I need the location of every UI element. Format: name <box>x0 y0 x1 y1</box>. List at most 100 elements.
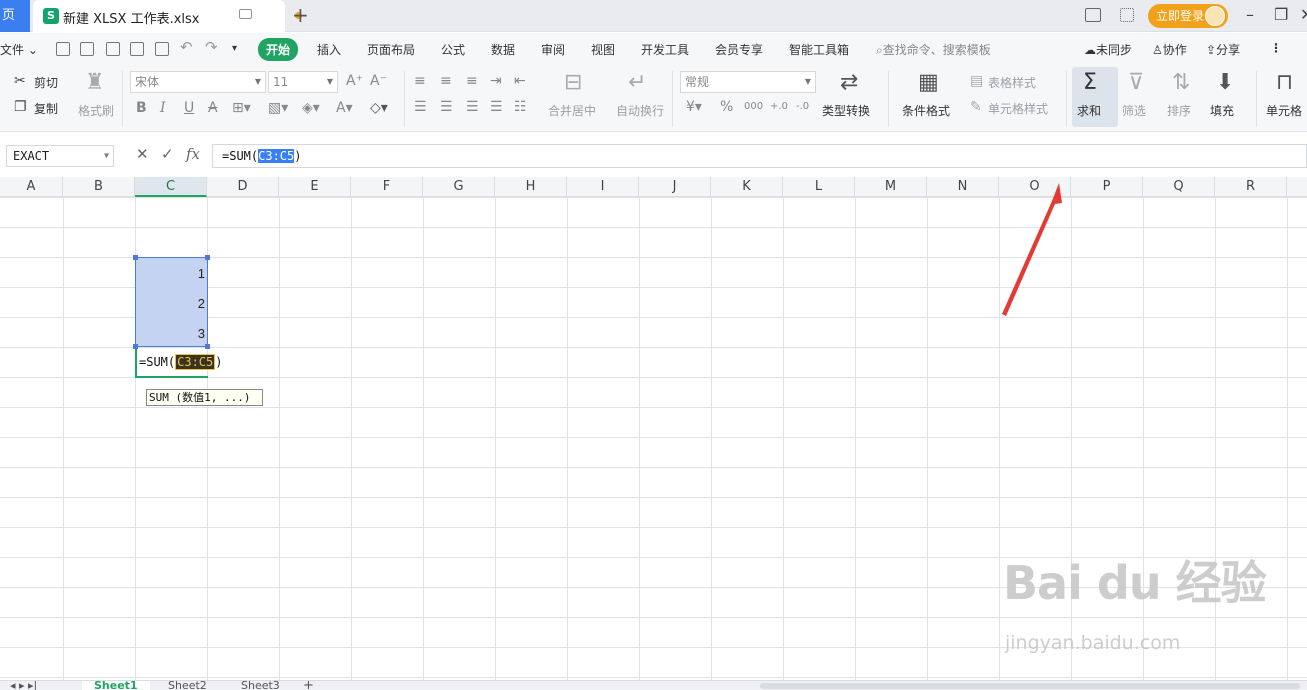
active-cell-editor[interactable]: =SUM(C3:C5) <box>135 348 222 378</box>
column-header-b[interactable]: B <box>63 177 135 197</box>
tab-formulas[interactable]: 公式 <box>441 41 465 58</box>
column-header-l[interactable]: L <box>783 177 855 197</box>
align-top-icon[interactable]: ≡ <box>414 73 426 89</box>
close-icon[interactable]: ✕ <box>1300 6 1307 24</box>
tab-review[interactable]: 审阅 <box>541 41 565 58</box>
column-header-n[interactable]: N <box>927 177 999 197</box>
save-icon[interactable] <box>80 42 94 56</box>
home-tab[interactable]: 页 <box>0 0 30 32</box>
apps-grid-icon[interactable] <box>1120 8 1134 22</box>
column-header-d[interactable]: D <box>207 177 279 197</box>
fill-color-icon[interactable]: ◈▾ <box>302 100 320 116</box>
indent-icon[interactable]: ⇥ <box>490 73 502 89</box>
column-header-j[interactable]: J <box>639 177 711 197</box>
merge-center-button[interactable]: 合并居中 <box>548 102 596 119</box>
tab-view[interactable]: 视图 <box>591 41 615 58</box>
copy-button[interactable]: 复制 <box>34 100 58 117</box>
increase-decimal-icon[interactable]: +.0 <box>770 99 788 115</box>
underline-icon[interactable]: U <box>184 100 194 116</box>
type-convert-button[interactable]: 类型转换 <box>822 102 870 119</box>
more-icon[interactable]: ⋮ <box>1270 41 1282 55</box>
export-icon[interactable] <box>106 42 120 56</box>
sheet-tab-1[interactable]: Sheet1 <box>82 681 150 690</box>
sum-button[interactable]: Σ 求和 <box>1072 67 1118 127</box>
redo-icon[interactable]: ↷ <box>205 38 218 56</box>
cell-style-button[interactable]: 单元格样式 <box>988 100 1048 117</box>
print-preview-icon[interactable] <box>155 42 169 56</box>
font-size-select[interactable]: 11 ▼ <box>268 71 338 93</box>
percent-icon[interactable]: % <box>720 99 733 115</box>
collab-button[interactable]: ♙协作 <box>1152 41 1187 58</box>
align-middle-icon[interactable]: ≡ <box>440 73 452 89</box>
bold-icon[interactable]: B <box>136 100 147 116</box>
font-color-icon[interactable]: A▾ <box>336 100 353 116</box>
confirm-icon[interactable]: ✓ <box>161 145 174 163</box>
align-center-icon[interactable]: ☰ <box>440 99 453 115</box>
share-button[interactable]: ⇪分享 <box>1206 41 1240 58</box>
align-bottom-icon[interactable]: ≡ <box>466 73 478 89</box>
fill-button[interactable]: 填充 <box>1210 102 1234 119</box>
cell-c4[interactable]: 2 <box>135 296 205 311</box>
new-tab-button[interactable]: + <box>292 4 309 26</box>
undo-icon[interactable]: ↶ <box>180 38 193 56</box>
new-doc-icon[interactable] <box>56 42 70 56</box>
login-button[interactable]: 立即登录 <box>1148 4 1228 28</box>
align-left-icon[interactable]: ☰ <box>414 99 427 115</box>
formula-input[interactable]: =SUM(C3:C5) <box>212 144 1307 168</box>
column-header-p[interactable]: P <box>1071 177 1143 197</box>
tab-smart-tools[interactable]: 智能工具箱 <box>789 41 849 58</box>
conditional-format-button[interactable]: 条件格式 <box>902 102 950 119</box>
distribute-icon[interactable]: ☷ <box>514 99 527 115</box>
font-name-select[interactable]: 宋体 ▼ <box>130 71 266 93</box>
quick-access-more-icon[interactable]: ▾ <box>232 43 237 54</box>
print-icon[interactable] <box>130 42 144 56</box>
cell-c5[interactable]: 3 <box>135 326 205 341</box>
column-header-h[interactable]: H <box>495 177 567 197</box>
wrap-text-button[interactable]: 自动换行 <box>616 102 664 119</box>
cell-c3[interactable]: 1 <box>135 266 205 281</box>
command-search[interactable]: ⌕查找命令、搜索模板 <box>876 41 991 58</box>
minimize-icon[interactable]: – <box>1246 6 1254 24</box>
name-box[interactable]: EXACT ▼ <box>6 145 114 167</box>
add-sheet-icon[interactable]: + <box>303 681 314 690</box>
increase-font-icon[interactable]: A⁺ <box>346 73 363 89</box>
tab-page-layout[interactable]: 页面布局 <box>367 41 415 58</box>
horizontal-scrollbar[interactable] <box>760 683 1300 689</box>
tab-data[interactable]: 数据 <box>491 41 515 58</box>
sheet-tab-3[interactable]: Sheet3 <box>241 681 280 690</box>
italic-icon[interactable]: I <box>160 100 166 116</box>
tab-developer[interactable]: 开发工具 <box>641 41 689 58</box>
sheet-tab-2[interactable]: Sheet2 <box>168 681 207 690</box>
column-header-g[interactable]: G <box>423 177 495 197</box>
decrease-font-icon[interactable]: A⁻ <box>370 73 387 89</box>
column-header-m[interactable]: M <box>855 177 927 197</box>
column-header-r[interactable]: R <box>1215 177 1287 197</box>
number-format-select[interactable]: 常规 ▼ <box>680 71 816 93</box>
thousands-icon[interactable]: 000 <box>744 99 763 115</box>
outdent-icon[interactable]: ⇤ <box>514 73 526 89</box>
border-icon[interactable]: ⊞▾ <box>232 100 251 116</box>
restore-icon[interactable]: ❐ <box>1274 6 1288 24</box>
selection-handle[interactable] <box>205 255 210 260</box>
sync-status[interactable]: ☁未同步 <box>1084 41 1132 58</box>
currency-icon[interactable]: ¥▾ <box>686 99 702 115</box>
justify-icon[interactable]: ☰ <box>490 99 503 115</box>
strikethrough-icon[interactable]: A <box>208 100 218 116</box>
format-painter-button[interactable]: 格式刷 <box>78 102 114 119</box>
filter-button[interactable]: 筛选 <box>1122 102 1146 119</box>
table-style-button[interactable]: 表格样式 <box>988 74 1036 91</box>
cancel-icon[interactable]: ✕ <box>136 145 149 163</box>
sort-button[interactable]: 排序 <box>1167 102 1191 119</box>
monitor-icon[interactable] <box>239 9 252 19</box>
column-header-f[interactable]: F <box>351 177 423 197</box>
column-header-c[interactable]: C <box>135 177 207 197</box>
tab-member[interactable]: 会员专享 <box>715 41 763 58</box>
column-header-a[interactable]: A <box>0 177 63 197</box>
clear-format-icon[interactable]: ◇▾ <box>370 100 388 116</box>
decrease-decimal-icon[interactable]: -.0 <box>796 99 809 115</box>
menu-file[interactable]: 文件 ⌄ <box>0 41 38 58</box>
layout-icon[interactable] <box>1085 8 1101 22</box>
cut-button[interactable]: 剪切 <box>34 74 58 91</box>
nav-arrows[interactable]: ◂ ▸ ▸| <box>10 681 37 690</box>
tab-insert[interactable]: 插入 <box>317 41 341 58</box>
